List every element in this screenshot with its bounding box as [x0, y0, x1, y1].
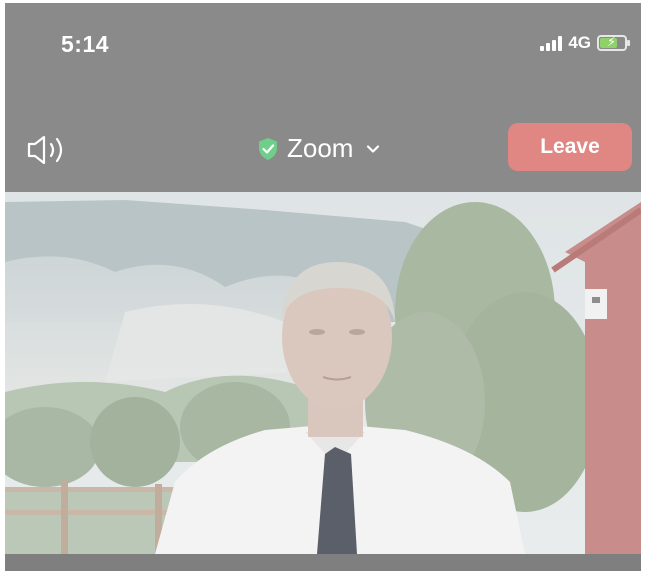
shield-check-icon [259, 137, 277, 160]
speaker-icon [27, 135, 63, 165]
charging-bolt-icon: ⚡ [607, 34, 617, 49]
leave-button[interactable]: Leave [508, 123, 632, 171]
meeting-title: Zoom [287, 133, 354, 163]
bottom-bar [5, 554, 641, 571]
status-indicators: 4G ⚡ [540, 33, 630, 53]
zoom-meeting-screen: 5:14 4G ⚡ Zoom Leave [5, 3, 641, 571]
network-type: 4G [568, 33, 591, 52]
meeting-title-dropdown[interactable]: Zoom [257, 133, 381, 164]
participant-video-image [5, 192, 641, 554]
chevron-down-icon [367, 144, 380, 153]
signal-strength-icon [540, 35, 563, 51]
speaker-button[interactable] [25, 131, 71, 169]
status-time: 5:14 [61, 31, 110, 57]
video-feed[interactable] [5, 192, 641, 554]
battery-icon: ⚡ [597, 34, 630, 51]
